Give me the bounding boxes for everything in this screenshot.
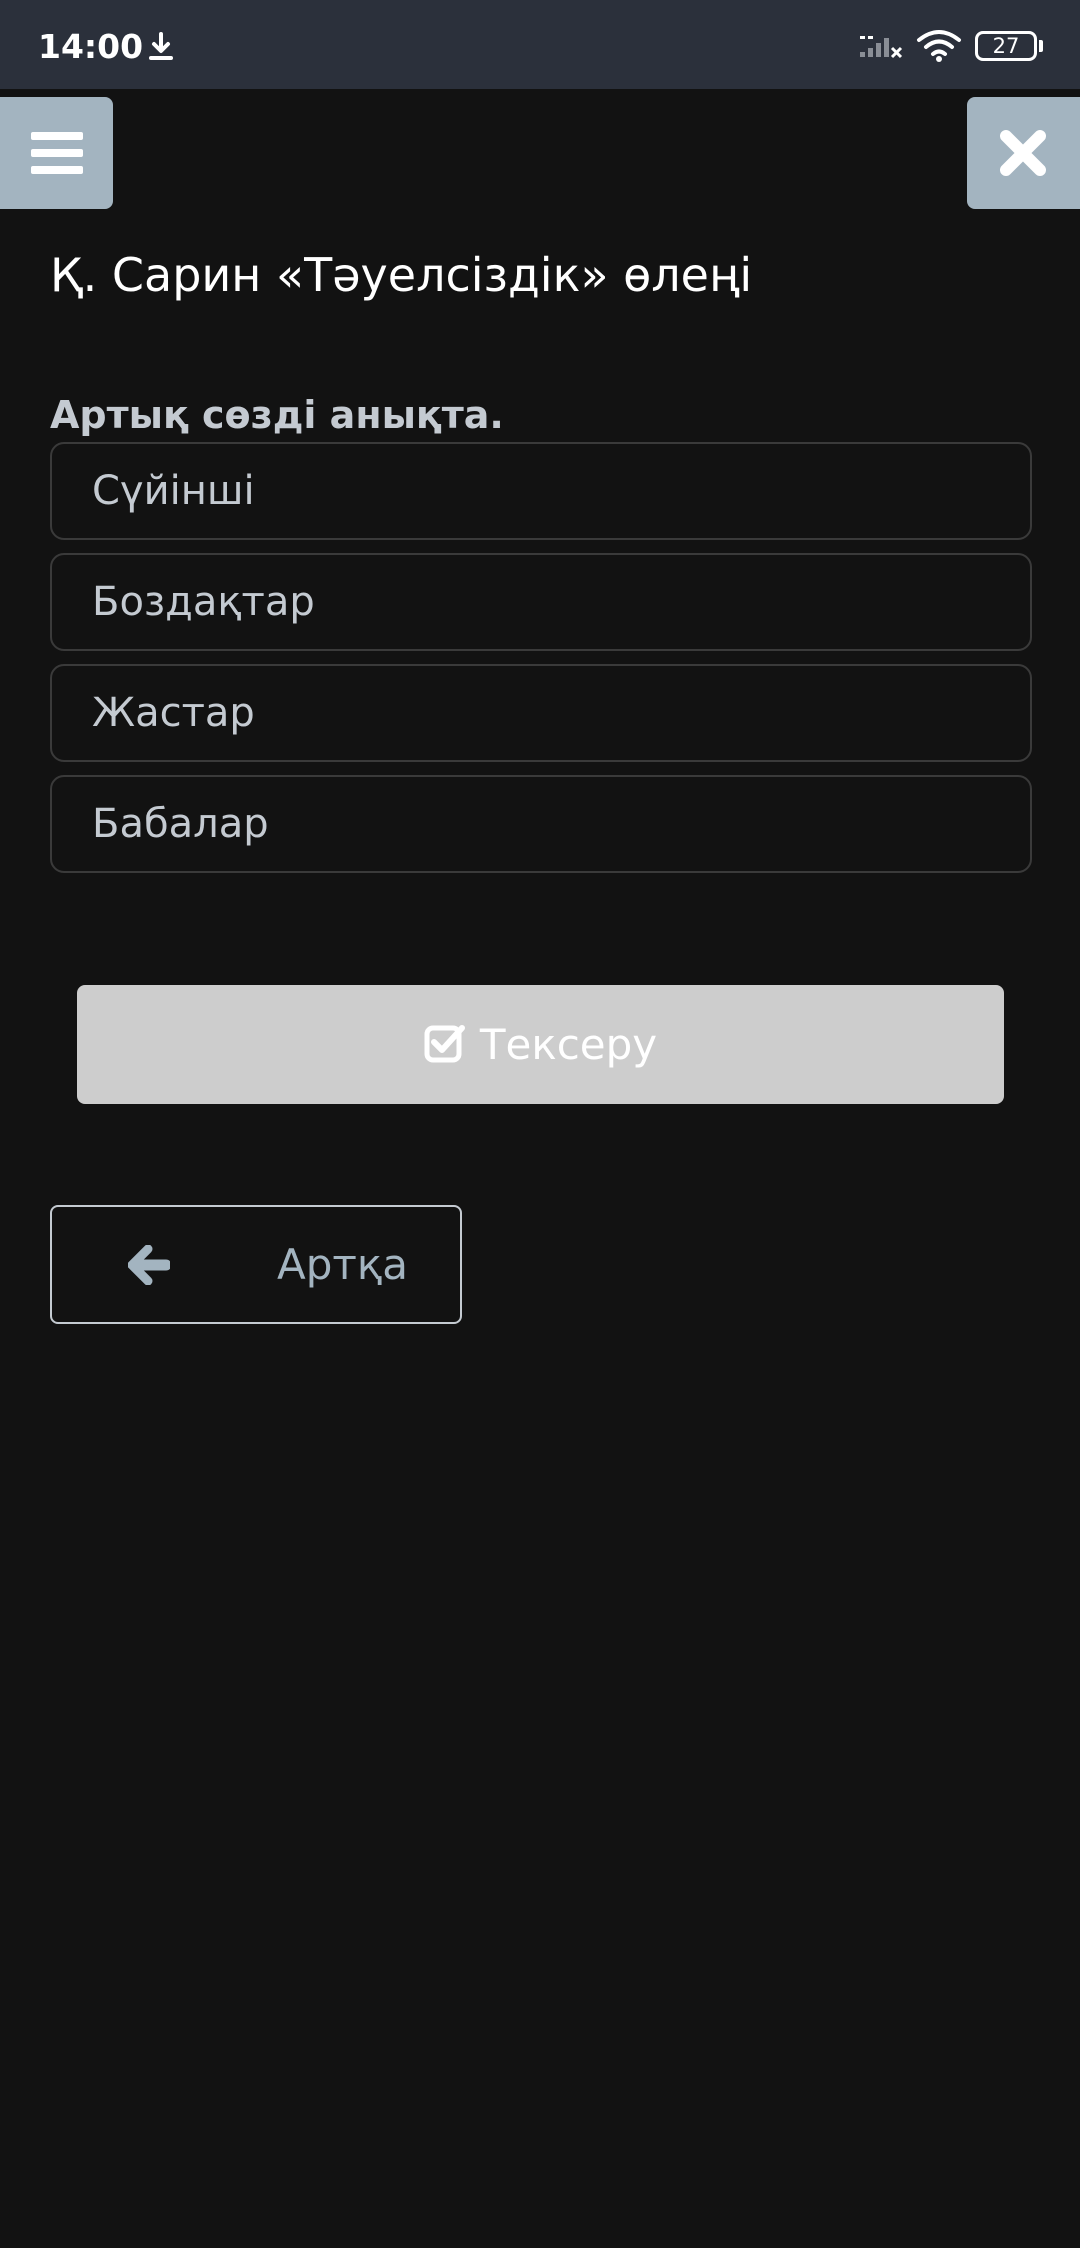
answer-option[interactable]: Боздақтар (50, 553, 1032, 651)
check-button-label: Тексеру (479, 1019, 658, 1069)
download-icon (149, 32, 173, 60)
status-time: 14:00 (38, 27, 144, 66)
close-button[interactable] (967, 97, 1080, 209)
arrow-left-icon (128, 1245, 170, 1285)
check-button[interactable]: Тексеру (77, 985, 1004, 1104)
page-title: Қ. Сарин «Тәуелсіздік» өлеңі (50, 248, 753, 302)
wifi-icon (917, 30, 961, 62)
menu-button[interactable] (0, 97, 113, 209)
answer-option-label: Жастар (92, 690, 255, 736)
back-button-label: Артқа (277, 1240, 408, 1289)
battery-icon: 27 (975, 31, 1043, 61)
back-button[interactable]: Артқа (50, 1205, 462, 1324)
answer-option[interactable]: Бабалар (50, 775, 1032, 873)
close-icon (1000, 130, 1046, 176)
status-bar: 14:00 27 (0, 0, 1080, 89)
signal-icon (860, 36, 903, 59)
question-text: Артық сөзді анықта. (50, 393, 504, 437)
battery-level: 27 (992, 34, 1020, 58)
menu-icon (31, 132, 83, 174)
answer-option[interactable]: Сүйінші (50, 442, 1032, 540)
answer-option-label: Сүйінші (92, 468, 255, 514)
answer-option[interactable]: Жастар (50, 664, 1032, 762)
check-square-icon (424, 1024, 465, 1062)
answer-option-label: Бабалар (92, 801, 269, 847)
answer-option-label: Боздақтар (92, 579, 315, 625)
